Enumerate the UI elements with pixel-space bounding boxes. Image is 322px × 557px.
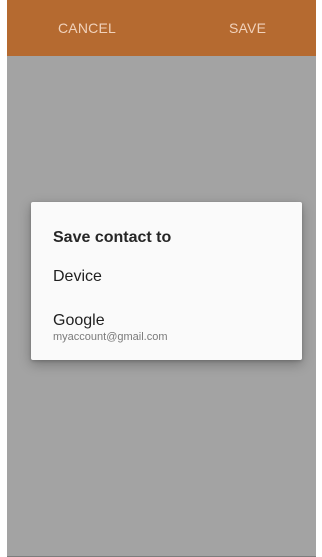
toolbar: CANCEL SAVE (7, 0, 316, 56)
save-contact-dialog: Save contact to Device Google myaccount@… (31, 202, 302, 360)
option-google-account[interactable]: Google myaccount@gmail.com (31, 312, 302, 352)
option-google-label: Google (53, 312, 105, 329)
option-device[interactable]: Device (31, 268, 302, 302)
save-button[interactable]: SAVE (229, 0, 266, 56)
option-device-label: Device (53, 268, 102, 285)
screen: CANCEL SAVE Save contact to Device Googl… (7, 0, 316, 557)
dialog-title: Save contact to (53, 229, 172, 246)
cancel-button[interactable]: CANCEL (58, 0, 116, 56)
google-account-email: myaccount@gmail.com (53, 331, 168, 343)
